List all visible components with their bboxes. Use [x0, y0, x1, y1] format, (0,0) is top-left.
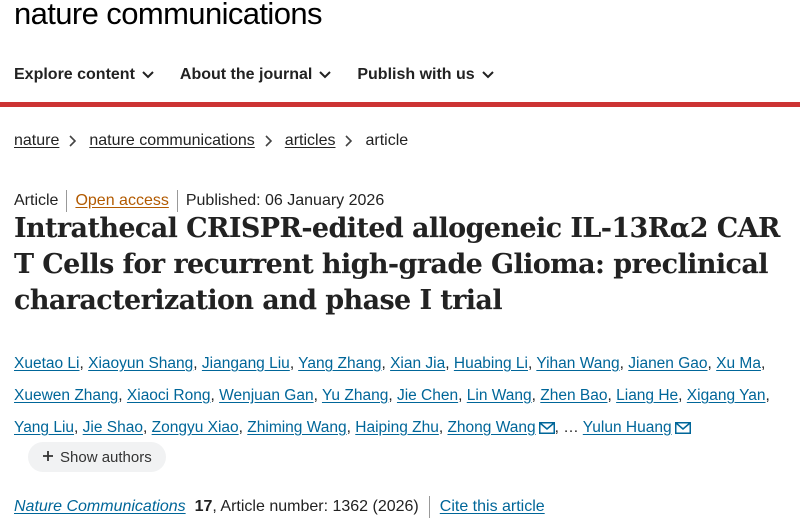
author-ellipsis: … — [563, 419, 579, 436]
citation-line: Nature Communications 17 , Article numbe… — [14, 496, 545, 518]
author-link[interactable]: Xiaoci Rong — [127, 387, 211, 404]
nav-about-journal[interactable]: About the journal — [179, 66, 332, 84]
breadcrumb-nature-communications[interactable]: nature communications — [89, 132, 254, 150]
nav-label: Publish with us — [357, 66, 475, 83]
nav-label: Explore content — [14, 66, 135, 83]
published-date: Published: 06 January 2026 — [185, 192, 385, 209]
author-link[interactable]: Zongyu Xiao — [152, 419, 239, 436]
chevron-right-icon — [265, 135, 275, 147]
nav-explore-content[interactable]: Explore content — [14, 66, 154, 84]
author-link[interactable]: Huabing Li — [454, 355, 528, 372]
mail-icon[interactable] — [538, 414, 555, 434]
cite-this-article-link[interactable]: Cite this article — [440, 498, 545, 516]
author-link[interactable]: Xuetao Li — [14, 355, 80, 372]
divider — [428, 496, 430, 518]
chevron-down-icon — [481, 69, 494, 81]
mail-icon[interactable] — [674, 414, 691, 434]
article-type: Article — [14, 192, 59, 209]
author-link[interactable]: Liang He — [616, 387, 678, 404]
nav-publish-with-us[interactable]: Publish with us — [357, 66, 494, 84]
chevron-down-icon — [319, 69, 332, 81]
chevron-right-icon — [69, 135, 79, 147]
author-link[interactable]: Jianen Gao — [628, 355, 707, 372]
breadcrumb-articles[interactable]: articles — [285, 132, 336, 150]
breadcrumb-current: article — [365, 132, 409, 149]
author-link[interactable]: Yu Zhang — [322, 387, 388, 404]
author-link[interactable]: Xian Jia — [390, 355, 445, 372]
author-link[interactable]: Wenjuan Gan — [219, 387, 314, 404]
author-link[interactable]: Xu Ma — [716, 355, 761, 372]
author-link[interactable]: Haiping Zhu — [355, 419, 439, 436]
author-link[interactable]: Zhen Bao — [540, 387, 607, 404]
author-link[interactable]: Xiaoyun Shang — [88, 355, 193, 372]
article-title: Intrathecal CRISPR-edited allogeneic IL-… — [14, 213, 780, 316]
author-link[interactable]: Yang Liu — [14, 419, 74, 436]
breadcrumb: nature nature communications articles ar… — [14, 132, 408, 150]
divider — [66, 190, 68, 212]
main-nav: Explore content About the journal Publis… — [14, 66, 494, 84]
author-link[interactable]: Xigang Yan — [687, 387, 766, 404]
show-authors-button[interactable]: Show authors — [28, 442, 166, 472]
volume: 17 — [194, 498, 213, 515]
author-link[interactable]: Lin Wang — [467, 387, 532, 404]
breadcrumb-nature[interactable]: nature — [14, 132, 59, 150]
author-link[interactable]: Yang Zhang — [298, 355, 381, 372]
divider — [176, 190, 178, 212]
chevron-down-icon — [142, 69, 154, 81]
author-link-corresponding[interactable]: Yulun Huang — [583, 419, 672, 436]
article-number: , Article number: 1362 (2026) — [212, 498, 419, 515]
author-link[interactable]: Zhong Wang — [447, 419, 535, 436]
author-list: Xuetao Li, Xiaoyun Shang, Jiangang Liu, … — [14, 355, 770, 436]
show-authors-label: Show authors — [60, 448, 152, 466]
open-access-link[interactable]: Open access — [75, 192, 168, 210]
article-meta: Article Open access Published: 06 Januar… — [14, 190, 384, 212]
author-link[interactable]: Yihan Wang — [536, 355, 619, 372]
author-link[interactable]: Zhiming Wang — [247, 419, 346, 436]
journal-link[interactable]: Nature Communications — [14, 498, 186, 516]
header-divider — [0, 102, 800, 107]
author-link[interactable]: Xuewen Zhang — [14, 387, 118, 404]
author-link[interactable]: Jiangang Liu — [202, 355, 290, 372]
plus-icon — [42, 449, 54, 466]
chevron-right-icon — [345, 135, 355, 147]
author-link[interactable]: Jie Shao — [83, 419, 143, 436]
nav-label: About the journal — [179, 66, 313, 83]
journal-logo[interactable]: nature communications — [14, 0, 322, 32]
author-link[interactable]: Jie Chen — [397, 387, 458, 404]
